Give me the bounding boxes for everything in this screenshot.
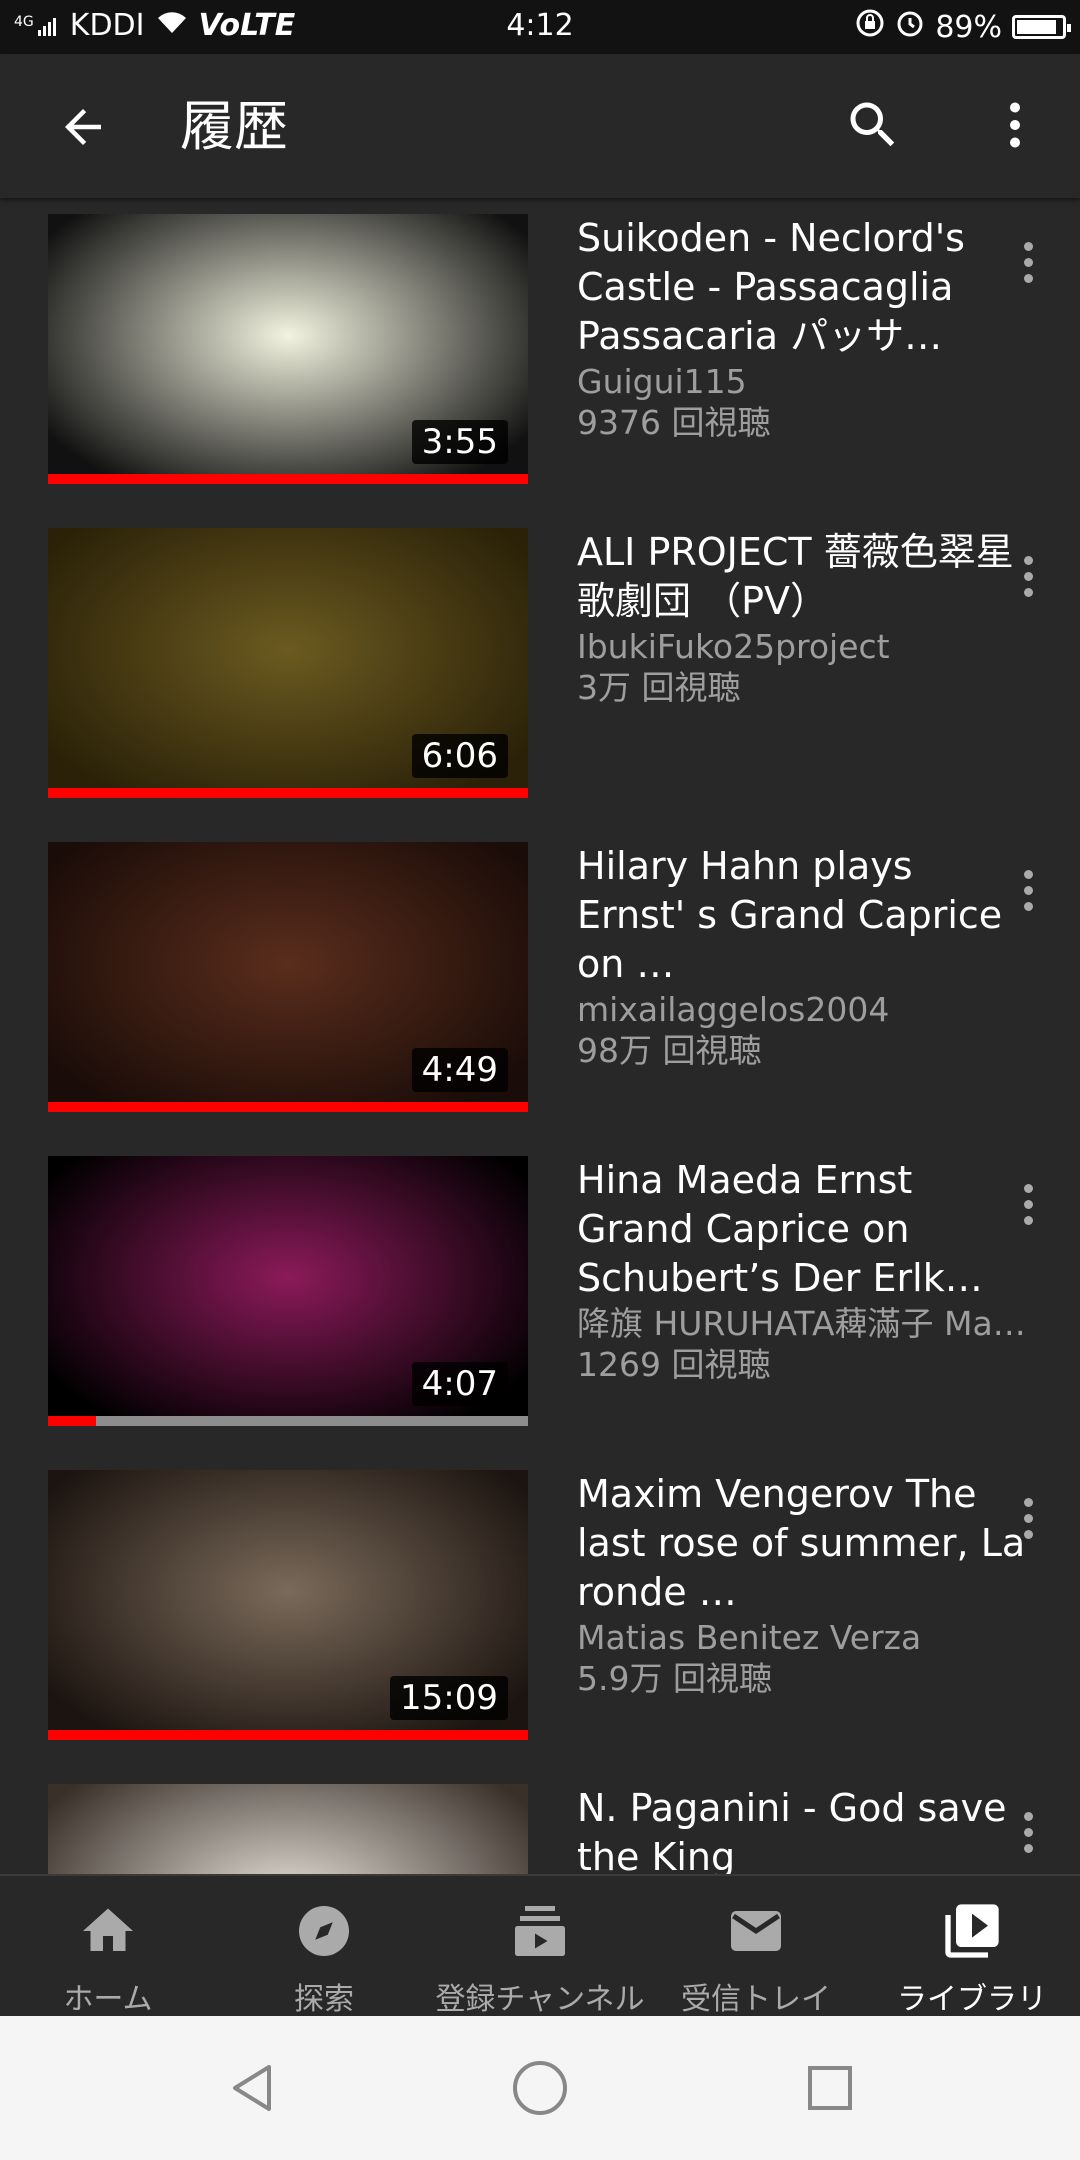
video-meta: ALI PROJECT 薔薇色翠星歌劇団 （PV） IbukiFuko25proj… bbox=[577, 528, 1032, 708]
more-vert-icon bbox=[1023, 869, 1033, 911]
video-list-item[interactable]: 4:49 Hilary Hahn plays Ernst' s Grand Cap… bbox=[0, 826, 1080, 1140]
video-thumbnail[interactable]: 4:07 bbox=[48, 1156, 528, 1426]
home-circle-icon[interactable] bbox=[508, 2056, 572, 2120]
watch-progress-fill bbox=[48, 1102, 528, 1112]
recents-square-icon[interactable] bbox=[798, 2056, 862, 2120]
nav-label: ライブラリ bbox=[897, 1982, 1047, 2017]
video-title[interactable]: N. Paganini - God save the King bbox=[577, 1784, 1032, 1874]
arrow-back-icon bbox=[65, 109, 101, 145]
video-action-menu-button[interactable] bbox=[1000, 860, 1056, 920]
subscriptions-icon bbox=[432, 1896, 648, 1966]
channel-name: IbukiFuko25project bbox=[577, 627, 890, 666]
video-meta: Hina Maeda Ernst Grand Caprice on Schube… bbox=[577, 1156, 1032, 1385]
view-count: 3万 回視聴 bbox=[577, 668, 741, 707]
channel-name: 降旗 HURUHATA薭滿子 Ma… bbox=[577, 1304, 1026, 1343]
video-title[interactable]: Hina Maeda Ernst Grand Caprice on Schube… bbox=[577, 1156, 1032, 1303]
video-action-menu-button[interactable] bbox=[1000, 1488, 1056, 1548]
more-vert-icon bbox=[1023, 1811, 1033, 1853]
view-count: 5.9万 回視聴 bbox=[577, 1659, 772, 1698]
channel-name: Matias Benitez Verza bbox=[577, 1618, 922, 1657]
nav-label: 登録チャンネル bbox=[435, 1982, 645, 2017]
watch-progress-bar bbox=[48, 1416, 528, 1426]
search-icon bbox=[850, 102, 895, 147]
nav-label: 受信トレイ bbox=[681, 1982, 831, 2017]
video-thumbnail[interactable] bbox=[48, 1784, 528, 1874]
video-title[interactable]: Hilary Hahn plays Ernst' s Grand Caprice… bbox=[577, 842, 1032, 989]
video-duration: 3:55 bbox=[411, 420, 508, 464]
inbox-icon bbox=[648, 1896, 864, 1966]
history-list[interactable]: 3:55 Suikoden - Neclord's Castle - Passac… bbox=[0, 198, 1080, 1874]
page-title: 履歴 bbox=[180, 95, 288, 158]
nav-item-library[interactable]: ライブラリ bbox=[864, 1876, 1080, 2018]
library-icon bbox=[864, 1896, 1080, 1966]
more-options-button[interactable] bbox=[980, 90, 1050, 160]
more-vert-icon bbox=[1023, 1497, 1033, 1539]
explore-icon bbox=[216, 1896, 432, 1966]
video-action-menu-button[interactable] bbox=[1000, 232, 1056, 292]
video-duration: 4:07 bbox=[411, 1362, 508, 1406]
view-count: 1269 回視聴 bbox=[577, 1345, 771, 1384]
home-icon bbox=[0, 1896, 216, 1966]
nav-label: 探索 bbox=[294, 1982, 354, 2017]
watch-progress-fill bbox=[48, 788, 528, 798]
video-meta: N. Paganini - God save the King bbox=[577, 1784, 1032, 1874]
video-thumbnail[interactable]: 6:06 bbox=[48, 528, 528, 798]
video-duration: 4:49 bbox=[411, 1048, 508, 1092]
video-thumbnail[interactable]: 3:55 bbox=[48, 214, 528, 484]
view-count: 98万 回視聴 bbox=[577, 1031, 762, 1070]
thumbnail-image bbox=[48, 1784, 528, 1874]
video-title[interactable]: ALI PROJECT 薔薇色翠星歌劇団 （PV） bbox=[577, 528, 1032, 626]
video-duration: 15:09 bbox=[390, 1676, 508, 1720]
watch-progress-fill bbox=[48, 1730, 528, 1740]
battery-percent: 89% bbox=[935, 9, 1002, 45]
search-button[interactable] bbox=[838, 90, 908, 160]
more-vert-icon bbox=[1023, 555, 1033, 597]
watch-progress-bar bbox=[48, 1730, 528, 1740]
watch-progress-fill bbox=[48, 1416, 96, 1426]
video-meta: Suikoden - Neclord's Castle - Passacagli… bbox=[577, 214, 1032, 443]
video-action-menu-button[interactable] bbox=[1000, 1174, 1056, 1234]
video-meta: Hilary Hahn plays Ernst' s Grand Caprice… bbox=[577, 842, 1032, 1071]
alarm-icon bbox=[895, 8, 925, 46]
video-list-item[interactable]: 4:07 Hina Maeda Ernst Grand Caprice on Sc… bbox=[0, 1140, 1080, 1454]
video-list-item[interactable]: 3:55 Suikoden - Neclord's Castle - Passac… bbox=[0, 198, 1080, 512]
back-button[interactable] bbox=[48, 92, 118, 162]
watch-progress-bar bbox=[48, 474, 528, 484]
nav-item-subscriptions[interactable]: 登録チャンネル bbox=[432, 1876, 648, 2018]
status-bar: 4G KDDI VoLTE 4:12 89% bbox=[0, 0, 1080, 54]
video-meta: Maxim Vengerov The last rose of summer, … bbox=[577, 1470, 1032, 1699]
bottom-nav: ホーム 探索 登録チャンネル 受信トレイ ライブラリ bbox=[0, 1874, 1080, 2018]
more-vert-icon bbox=[1023, 241, 1033, 283]
video-action-menu-button[interactable] bbox=[1000, 546, 1056, 606]
view-count: 9376 回視聴 bbox=[577, 403, 771, 442]
nav-item-home[interactable]: ホーム bbox=[0, 1876, 216, 2018]
more-vert-icon bbox=[1023, 1183, 1033, 1225]
video-list-item[interactable]: 6:06 ALI PROJECT 薔薇色翠星歌劇団 （PV） IbukiFuko25… bbox=[0, 512, 1080, 826]
video-list-item[interactable]: N. Paganini - God save the King bbox=[0, 1768, 1080, 1874]
rotation-lock-icon bbox=[855, 8, 885, 46]
watch-progress-bar bbox=[48, 1102, 528, 1112]
nav-label: ホーム bbox=[63, 1982, 153, 2017]
status-right: 89% bbox=[855, 8, 1071, 46]
system-nav-bar bbox=[0, 2016, 1080, 2160]
channel-name: mixailaggelos2004 bbox=[577, 990, 890, 1029]
app-bar: 履歴 bbox=[0, 54, 1080, 198]
channel-name: Guigui115 bbox=[577, 362, 747, 401]
video-thumbnail[interactable]: 4:49 bbox=[48, 842, 528, 1112]
nav-item-explore[interactable]: 探索 bbox=[216, 1876, 432, 2018]
watch-progress-bar bbox=[48, 788, 528, 798]
video-thumbnail[interactable]: 15:09 bbox=[48, 1470, 528, 1740]
watch-progress-fill bbox=[48, 474, 528, 484]
more-vert-icon bbox=[1010, 102, 1020, 148]
nav-item-inbox[interactable]: 受信トレイ bbox=[648, 1876, 864, 2018]
back-triangle-icon[interactable] bbox=[220, 2056, 284, 2120]
video-duration: 6:06 bbox=[411, 734, 508, 778]
battery-icon bbox=[1012, 15, 1071, 39]
video-title[interactable]: Suikoden - Neclord's Castle - Passacagli… bbox=[577, 214, 1032, 361]
video-action-menu-button[interactable] bbox=[1000, 1802, 1056, 1862]
video-title[interactable]: Maxim Vengerov The last rose of summer, … bbox=[577, 1470, 1032, 1617]
video-list-item[interactable]: 15:09 Maxim Vengerov The last rose of sum… bbox=[0, 1454, 1080, 1768]
